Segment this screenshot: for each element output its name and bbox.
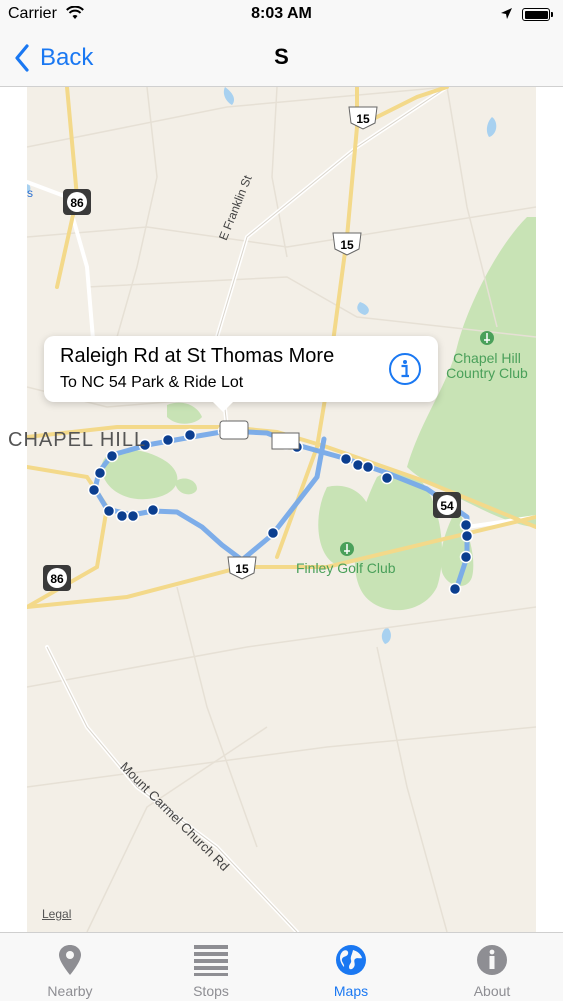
shield-15-label: 15 <box>340 238 354 252</box>
bus-stop-marker <box>87 483 101 497</box>
map-canvas[interactable]: 86 86 15 15 15 54 <box>27 87 536 932</box>
bus-stop-marker <box>146 503 160 517</box>
tab-maps[interactable]: Maps <box>281 933 421 1001</box>
info-icon <box>477 945 507 975</box>
shield-15-label: 15 <box>356 112 370 126</box>
map-label-chapel-hill-country-club: Chapel Hill Country Club <box>446 350 528 381</box>
status-bar: Carrier 8:03 AM <box>0 0 563 30</box>
highway-shield-86: 86 <box>63 189 91 215</box>
navigation-bar: Back S <box>0 30 563 87</box>
callout-title: Raleigh Rd at St Thomas More <box>60 345 335 367</box>
bus-stop-marker <box>183 428 197 442</box>
map-pin-icon <box>59 945 81 975</box>
bus-stop-marker <box>460 529 474 543</box>
shield-54-label: 54 <box>440 499 454 513</box>
map-label-chapel-hill: CHAPEL HILL <box>8 429 147 451</box>
list-icon <box>194 945 228 976</box>
map-view[interactable]: 86 86 15 15 15 54 s CHAPEL HILL E Frankl… <box>0 87 563 932</box>
golf-icon <box>480 331 494 345</box>
bus-stop-marker <box>126 509 140 523</box>
bus-stop-marker <box>93 466 107 480</box>
bus-stop-marker <box>448 582 462 596</box>
tab-label-nearby: Nearby <box>47 983 93 999</box>
bus-stop-marker <box>459 550 473 564</box>
bus-stop-marker <box>351 458 365 472</box>
tab-nearby[interactable]: Nearby <box>0 933 140 1001</box>
tab-about[interactable]: About <box>422 933 562 1001</box>
info-button[interactable] <box>388 352 422 386</box>
highway-shield-86: 86 <box>43 565 71 591</box>
bus-stop-marker <box>459 518 473 532</box>
highway-shield-15 <box>271 432 300 450</box>
shield-86-label: 86 <box>50 572 64 586</box>
bus-stop-marker <box>266 526 280 540</box>
stop-callout[interactable]: Raleigh Rd at St Thomas More To NC 54 Pa… <box>44 336 438 412</box>
legal-link[interactable]: Legal <box>42 907 71 921</box>
bus-stop-marker <box>339 452 353 466</box>
golf-icon <box>340 542 354 556</box>
tab-label-maps: Maps <box>333 983 369 999</box>
bus-stop-marker <box>102 504 116 518</box>
tab-stops[interactable]: Stops <box>141 933 281 1001</box>
tab-label-about: About <box>473 983 511 999</box>
bus-stop-marker <box>115 509 129 523</box>
page-title: S <box>274 44 289 69</box>
highway-shield-54 <box>219 420 249 440</box>
map-label-finley-golf-club: Finley Golf Club <box>296 560 396 576</box>
bus-stop-marker <box>105 449 119 463</box>
globe-icon <box>336 945 366 975</box>
bus-stop-marker <box>161 433 175 447</box>
battery-icon <box>522 8 553 21</box>
shield-86-label: 86 <box>70 196 84 210</box>
status-time: 8:03 AM <box>251 5 312 22</box>
bus-stop-marker <box>361 460 375 474</box>
highway-shield-54: 54 <box>433 492 461 518</box>
tab-label-stops: Stops <box>193 983 229 999</box>
location-arrow-icon <box>501 8 512 19</box>
callout-subtitle: To NC 54 Park & Ride Lot <box>60 374 244 391</box>
map-label-edge: s <box>27 186 33 200</box>
bus-stop-marker <box>380 471 394 485</box>
tab-bar: Nearby Stops Maps About <box>0 932 563 1001</box>
shield-15-label: 15 <box>235 562 249 576</box>
